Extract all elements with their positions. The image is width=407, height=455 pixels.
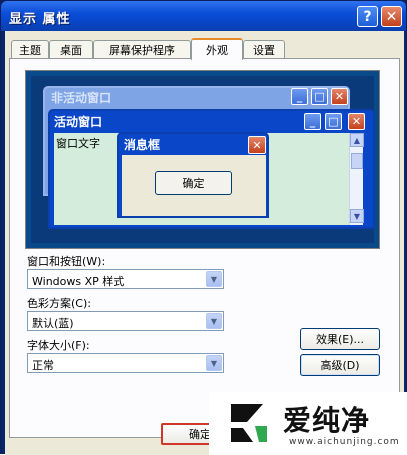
close-icon: ✕: [348, 113, 365, 130]
help-button[interactable]: ?: [357, 6, 378, 27]
minimize-icon: _: [304, 113, 321, 130]
message-box-title: 消息框: [124, 138, 161, 152]
tab-desktop[interactable]: 桌面: [49, 40, 93, 59]
display-properties-window: 显示 属性 ? ✕ 主题 桌面 屏幕保护程序 外观 设置 非活动窗口 _ □ ✕…: [0, 0, 407, 455]
tab-strip: 主题 桌面 屏幕保护程序 外观 设置: [9, 38, 399, 60]
message-box-ok-button: 确定: [155, 171, 232, 195]
close-icon: ✕: [248, 136, 266, 154]
close-icon: ✕: [331, 88, 348, 105]
advanced-button[interactable]: 高级(D): [300, 354, 380, 376]
color-scheme-select[interactable]: 默认(蓝) ▼: [27, 311, 224, 331]
scroll-down-icon: ▼: [350, 209, 364, 223]
minimize-icon: _: [291, 88, 308, 105]
color-scheme-label: 色彩方案(C):: [27, 297, 91, 310]
watermark: 爱纯净 www.aichunjing.com: [209, 392, 407, 455]
color-scheme-value: 默认(蓝): [32, 317, 74, 330]
tab-settings[interactable]: 设置: [243, 40, 285, 59]
font-size-value: 正常: [32, 359, 54, 372]
message-box-body: 确定: [122, 155, 266, 216]
tab-themes[interactable]: 主题: [11, 40, 49, 59]
font-size-label: 字体大小(F):: [27, 339, 90, 352]
window-text-label: 窗口文字: [56, 137, 100, 150]
tab-screensaver[interactable]: 屏幕保护程序: [93, 40, 191, 59]
title-bar[interactable]: 显示 属性 ? ✕: [1, 1, 406, 31]
font-size-select[interactable]: 正常 ▼: [27, 353, 224, 373]
tab-appearance[interactable]: 外观: [191, 38, 243, 60]
watermark-brand: 爱纯净: [283, 404, 371, 437]
window-title: 显示 属性: [9, 12, 71, 27]
watermark-url: www.aichunjing.com: [289, 437, 400, 447]
preview-scrollbar: ▲ ▼: [349, 133, 364, 225]
close-button[interactable]: ✕: [381, 6, 402, 27]
scroll-up-icon: ▲: [350, 133, 364, 147]
preview-message-box: 消息框 ✕ 确定: [117, 132, 269, 218]
brand-logo-icon: [231, 404, 267, 442]
appearance-preview: 非活动窗口 _ □ ✕ 活动窗口 _ □ ✕ 窗口文字 ▲ ▼ 消息框 ✕ 确定: [25, 70, 380, 249]
active-window-title: 活动窗口: [54, 115, 103, 129]
windows-buttons-label: 窗口和按钮(W):: [27, 255, 106, 268]
windows-buttons-select[interactable]: Windows XP 样式 ▼: [27, 269, 224, 289]
chevron-down-icon[interactable]: ▼: [206, 271, 222, 287]
inactive-window-title: 非活动窗口: [51, 91, 112, 105]
chevron-down-icon[interactable]: ▼: [206, 355, 222, 371]
chevron-down-icon[interactable]: ▼: [206, 313, 222, 329]
scroll-thumb: [351, 153, 363, 169]
preview-desktop: 非活动窗口 _ □ ✕ 活动窗口 _ □ ✕ 窗口文字 ▲ ▼ 消息框 ✕ 确定: [31, 76, 375, 243]
effects-button[interactable]: 效果(E)...: [300, 328, 380, 350]
maximize-icon: □: [325, 113, 342, 130]
maximize-icon: □: [311, 88, 328, 105]
windows-buttons-value: Windows XP 样式: [32, 275, 125, 288]
